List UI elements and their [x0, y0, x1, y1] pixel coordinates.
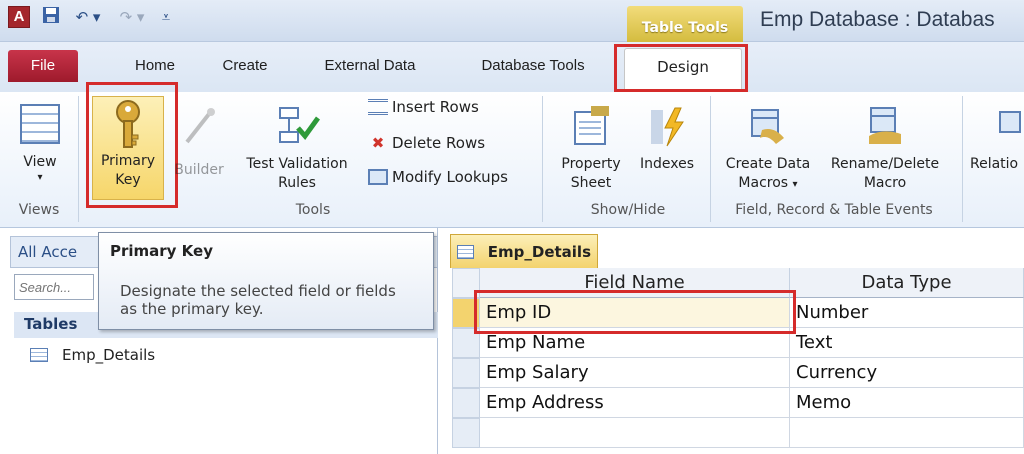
data-type-cell[interactable]: Memo — [790, 388, 1024, 418]
nav-search-input[interactable] — [14, 274, 94, 300]
insert-rows-label: Insert Rows — [392, 98, 479, 116]
nav-item-label: Emp_Details — [62, 346, 156, 364]
view-button[interactable]: View ▾ — [14, 100, 66, 200]
group-separator — [710, 96, 711, 222]
insert-rows-button[interactable]: Insert Rows — [368, 98, 479, 116]
view-icon — [20, 104, 60, 144]
property-sheet-button[interactable]: Property Sheet — [550, 100, 632, 200]
tab-home[interactable]: Home — [120, 50, 190, 82]
test-validation-rules-button[interactable]: Test Validation Rules — [234, 100, 360, 200]
delete-rows-icon: ✖ — [371, 134, 385, 152]
nav-item-emp-details[interactable]: Emp_Details — [30, 346, 155, 364]
table-icon — [30, 348, 48, 362]
insert-rows-icon — [368, 99, 388, 115]
show-hide-group-label: Show/Hide — [590, 202, 666, 218]
group-separator — [962, 96, 963, 222]
rename-delete-macro-label-line1: Rename/Delete — [830, 156, 940, 172]
undo-icon[interactable]: ↶ ▾ — [68, 6, 108, 28]
property-sheet-icon — [574, 106, 609, 145]
relationships-icon — [999, 111, 1021, 133]
rename-delete-macro-button[interactable]: Rename/Delete Macro — [822, 100, 948, 200]
document-tab-label: Emp_Details — [487, 242, 591, 261]
rename-macro-icon — [869, 107, 901, 144]
indexes-lightning-icon — [651, 107, 684, 147]
test-validation-label-line2: Rules — [278, 175, 316, 191]
access-app-icon[interactable]: A — [8, 6, 30, 28]
emp-id-row-highlight — [474, 290, 796, 334]
column-header-data-type[interactable]: Data Type — [790, 268, 1024, 298]
window-title: Emp Database : Databas — [760, 8, 995, 31]
delete-rows-button[interactable]: ✖ Delete Rows — [368, 134, 485, 152]
builder-wand-icon — [185, 108, 215, 144]
table-icon — [457, 244, 474, 259]
data-type-cell[interactable]: Text — [790, 328, 1024, 358]
customize-qat-icon[interactable]: ⩡ — [156, 6, 176, 28]
view-dropdown-arrow-icon: ▾ — [37, 172, 43, 183]
builder-button[interactable]: Builder — [164, 100, 234, 200]
validation-check-icon — [279, 107, 320, 143]
tab-file[interactable]: File — [8, 50, 78, 82]
save-icon[interactable] — [40, 6, 62, 28]
data-type-cell-empty[interactable] — [790, 418, 1024, 448]
indexes-label: Indexes — [639, 156, 695, 172]
property-sheet-label-line1: Property — [561, 156, 621, 172]
modify-lookups-label: Modify Lookups — [392, 168, 508, 186]
create-data-macros-button[interactable]: Create Data Macros ▾ — [716, 100, 820, 200]
indexes-button[interactable]: Indexes — [634, 100, 700, 200]
tab-external-data[interactable]: External Data — [306, 50, 434, 82]
rename-delete-macro-label-line2: Macro — [863, 175, 907, 191]
delete-rows-label: Delete Rows — [392, 134, 486, 152]
tooltip-title: Primary Key — [110, 242, 213, 260]
field-name-cell[interactable]: Emp Address — [480, 388, 790, 418]
tools-group-label: Tools — [295, 202, 331, 218]
relationships-label: Relatio — [970, 156, 1019, 172]
redo-icon[interactable]: ↷ ▾ — [112, 6, 152, 28]
data-type-cell[interactable]: Number — [790, 298, 1024, 328]
row-selector[interactable] — [452, 358, 480, 388]
field-name-cell[interactable]: Emp Salary — [480, 358, 790, 388]
nav-pane-title[interactable]: All Acce — [18, 243, 77, 261]
table-tools-contextual-label: Table Tools — [627, 6, 743, 42]
row-selector[interactable] — [452, 418, 480, 448]
builder-label: Builder — [174, 162, 224, 178]
create-data-macros-dropdown-icon: ▾ — [792, 179, 798, 190]
create-data-macros-label-line1: Create Data — [725, 156, 811, 172]
views-group-label: Views — [18, 202, 60, 218]
data-macro-icon — [751, 109, 784, 144]
tooltip-description: Designate the selected field or fields a… — [120, 282, 396, 318]
modify-lookups-button[interactable]: Modify Lookups — [368, 168, 508, 186]
relationships-button[interactable]: Relatio — [970, 100, 1024, 200]
create-data-macros-label-line2: Macros ▾ — [738, 175, 798, 191]
field-name-cell-empty[interactable] — [480, 418, 790, 448]
document-tab-emp-details[interactable]: Emp_Details — [450, 234, 598, 268]
group-separator — [542, 96, 543, 222]
modify-lookups-icon — [368, 169, 388, 185]
tab-create[interactable]: Create — [206, 50, 284, 82]
data-type-cell[interactable]: Currency — [790, 358, 1024, 388]
tab-database-tools[interactable]: Database Tools — [458, 50, 608, 82]
test-validation-label-line1: Test Validation — [246, 156, 348, 172]
view-button-label: View — [23, 154, 57, 170]
design-tab-highlight — [614, 44, 748, 92]
group-separator — [78, 96, 79, 222]
events-group-label: Field, Record & Table Events — [735, 202, 933, 218]
row-selector[interactable] — [452, 388, 480, 418]
property-sheet-label-line2: Sheet — [570, 175, 612, 191]
